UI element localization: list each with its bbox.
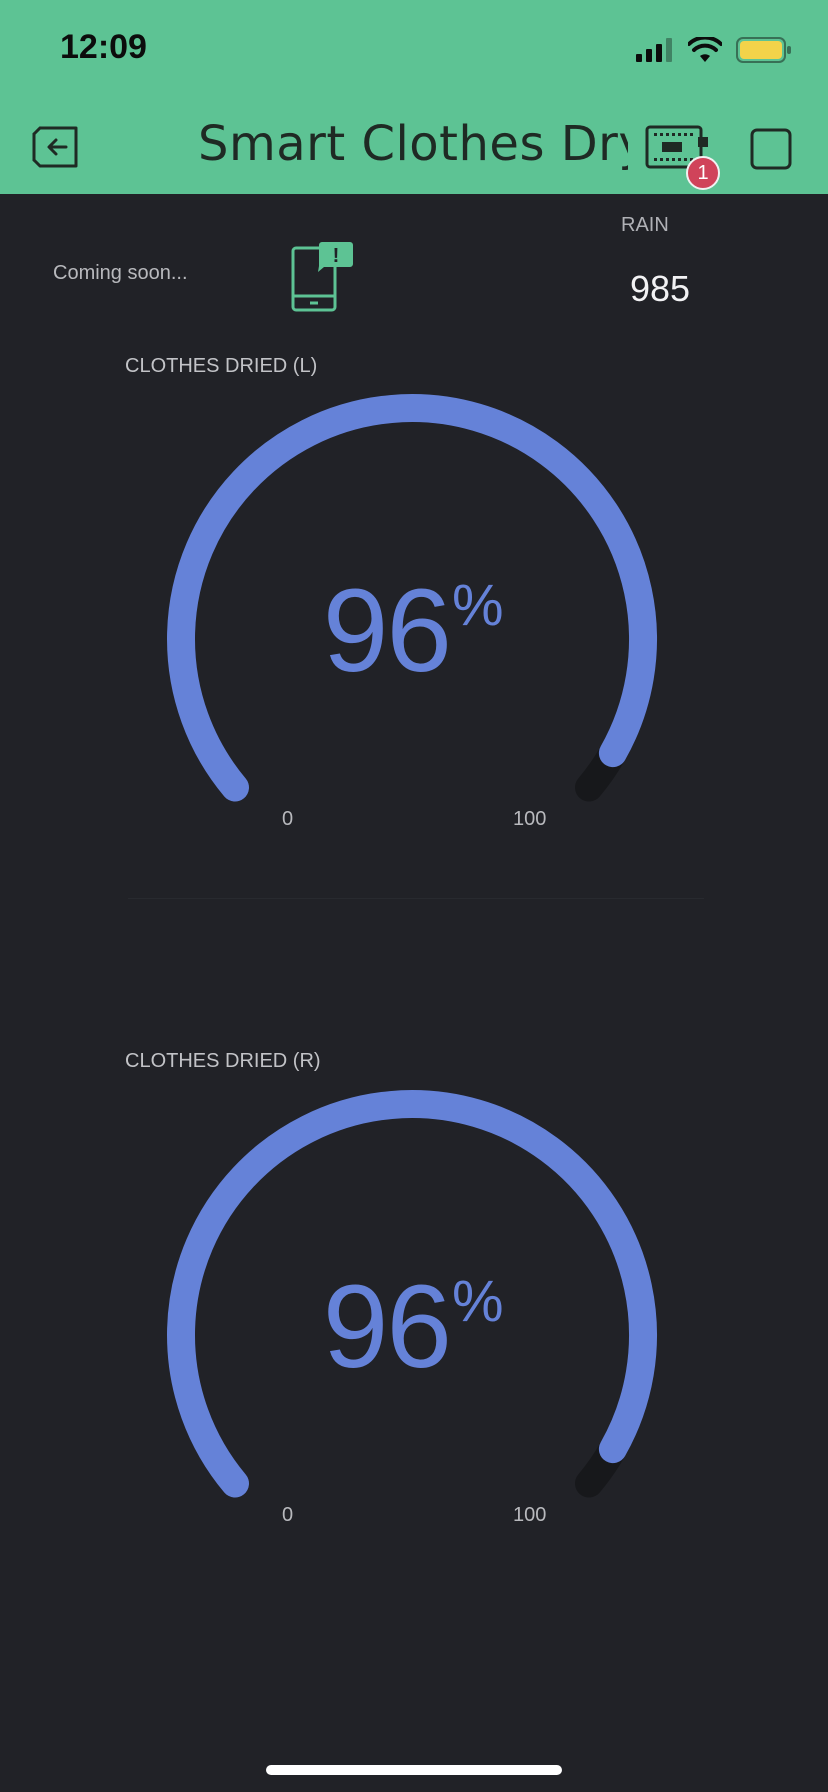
gauge-label-right: CLOTHES DRIED (R) [125, 1050, 321, 1072]
device-badge-count: 1 [697, 161, 709, 184]
rain-label: RAIN [621, 214, 669, 236]
gauge-value-left: 96 [322, 565, 452, 697]
divider [128, 898, 704, 899]
rain-value: 985 [630, 268, 691, 309]
exit-app-icon[interactable] [30, 124, 82, 170]
battery-icon [736, 37, 791, 63]
gauge-label-left: CLOTHES DRIED (L) [125, 355, 318, 377]
gauge-max-right: 100 [513, 1504, 547, 1526]
cellular-signal-icon [636, 38, 672, 62]
page-title: Smart Clothes Drying [198, 116, 628, 172]
gauge-unit-right: % [452, 1269, 504, 1334]
gauge-max-left: 100 [513, 808, 547, 830]
notification-status-text: Coming soon... [53, 262, 188, 284]
status-time: 12:09 [60, 28, 147, 66]
stop-square-icon[interactable] [750, 128, 792, 170]
svg-text:!: ! [333, 245, 340, 267]
device-button[interactable]: 1 [644, 124, 724, 190]
gauge-value-right: 96 [322, 1261, 452, 1393]
app-header: 12:09 Smart Clothes Drying [0, 0, 828, 194]
wifi-icon [688, 37, 722, 62]
device-badge: 1 [686, 156, 720, 190]
gauge-min-right: 0 [282, 1504, 294, 1526]
gauge-unit-left: % [452, 573, 504, 638]
gauge-min-left: 0 [282, 808, 294, 830]
home-indicator[interactable] [266, 1765, 562, 1775]
phone-alert-icon[interactable]: ! [290, 240, 356, 312]
status-icons [636, 34, 792, 66]
